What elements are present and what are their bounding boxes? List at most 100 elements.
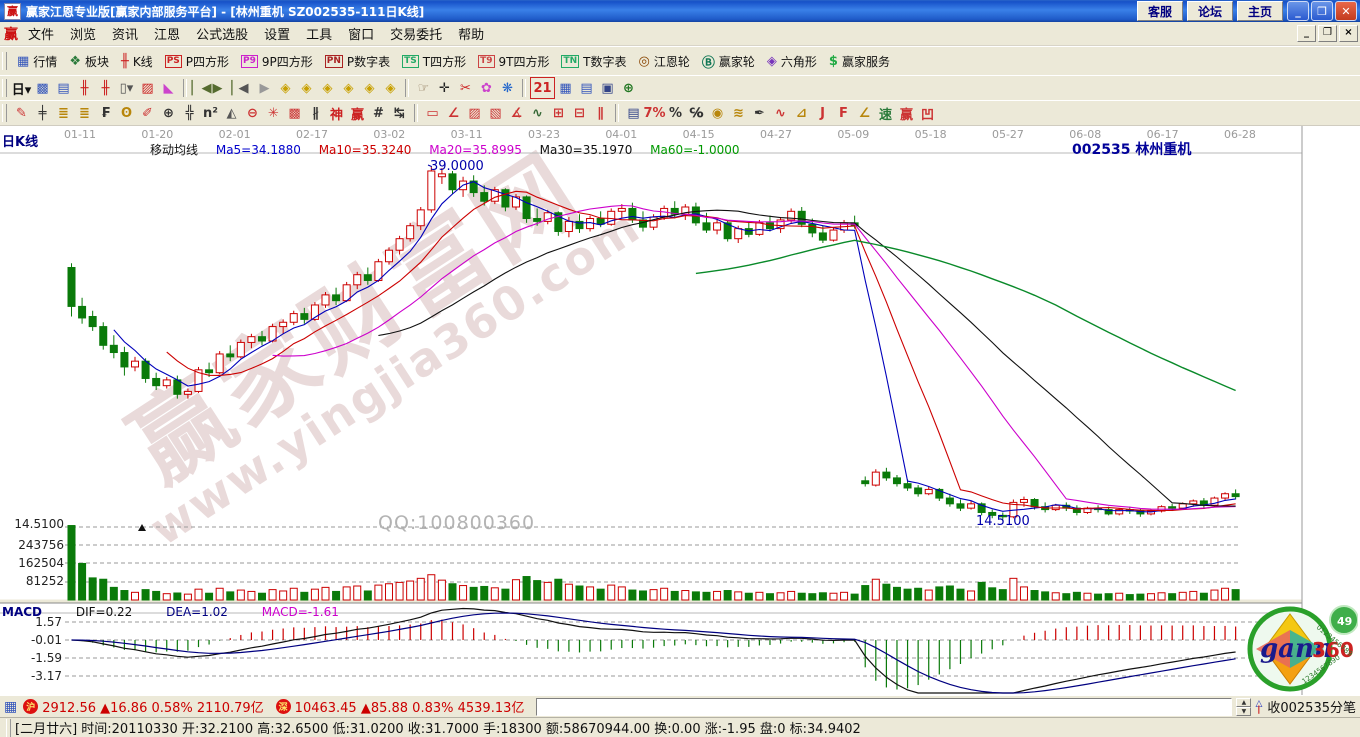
nav-tool-icon-24[interactable]: ❋: [497, 78, 518, 98]
menu-item-3[interactable]: 江恩: [154, 28, 180, 43]
draw-tool-icon-42[interactable]: 速: [875, 103, 896, 123]
menu-item-9[interactable]: 帮助: [458, 28, 484, 43]
tool-行情[interactable]: ▦行情: [11, 50, 63, 72]
nav-tool-icon-1[interactable]: ▩: [32, 78, 53, 98]
nav-tool-icon-6[interactable]: ▨: [137, 78, 158, 98]
homepage-button[interactable]: 主页: [1237, 1, 1283, 21]
mdi-minimize-icon[interactable]: _: [1297, 25, 1316, 42]
draw-tool-icon-39[interactable]: J: [812, 103, 833, 123]
tool-赢家服务[interactable]: $赢家服务: [823, 50, 896, 72]
draw-tool-icon-38[interactable]: ⊿: [791, 103, 812, 123]
nav-tool-icon-15[interactable]: ◈: [317, 78, 338, 98]
nav-tool-icon-2[interactable]: ▤: [53, 78, 74, 98]
nav-tool-icon-23[interactable]: ✿: [476, 78, 497, 98]
nav-tool-icon-13[interactable]: ◈: [275, 78, 296, 98]
tool-K线[interactable]: ╫K线: [115, 50, 159, 72]
nav-tool-icon-12[interactable]: ▶: [254, 78, 275, 98]
menu-item-2[interactable]: 资讯: [112, 28, 138, 43]
spinner-control[interactable]: ▲▼: [1236, 698, 1251, 716]
draw-tool-icon-10[interactable]: ◭: [221, 103, 242, 123]
tick-data-label[interactable]: 收002535分笔: [1267, 697, 1356, 716]
nav-tool-icon-7[interactable]: ◣: [158, 78, 179, 98]
draw-tool-icon-13[interactable]: ▩: [284, 103, 305, 123]
draw-tool-icon-9[interactable]: n²: [200, 103, 221, 123]
minimize-icon[interactable]: _: [1287, 1, 1309, 21]
draw-tool-icon-43[interactable]: 赢: [896, 103, 917, 123]
tool-板块[interactable]: ❖板块: [63, 50, 115, 72]
draw-tool-icon-27[interactable]: ⊟: [569, 103, 590, 123]
tool-赢家轮[interactable]: Ⓑ赢家轮: [696, 50, 761, 72]
nav-tool-icon-5[interactable]: ▯▾: [116, 78, 137, 98]
draw-tool-icon-34[interactable]: ◉: [707, 103, 728, 123]
tool-P数字表[interactable]: PNP数字表: [319, 50, 396, 72]
draw-tool-icon-5[interactable]: ʘ: [116, 103, 137, 123]
draw-tool-icon-41[interactable]: ∠: [854, 103, 875, 123]
menu-item-4[interactable]: 公式选股: [196, 28, 248, 43]
draw-tool-icon-32[interactable]: %: [665, 103, 686, 123]
draw-tool-icon-2[interactable]: ≣: [53, 103, 74, 123]
command-input[interactable]: [536, 698, 1232, 716]
restore-icon[interactable]: ❐: [1311, 1, 1333, 21]
nav-tool-icon-30[interactable]: ⊕: [618, 78, 639, 98]
nav-tool-icon-11[interactable]: ◀: [233, 78, 254, 98]
forum-button[interactable]: 论坛: [1187, 1, 1233, 21]
draw-tool-icon-24[interactable]: ∡: [506, 103, 527, 123]
nav-tool-icon-26[interactable]: 21: [530, 77, 555, 99]
draw-tool-icon-18[interactable]: ↹: [389, 103, 410, 123]
menu-item-7[interactable]: 窗口: [348, 28, 374, 43]
customer-service-button[interactable]: 客服: [1137, 1, 1183, 21]
nav-tool-icon-10[interactable]: ▶▕: [212, 78, 233, 98]
toolbar-grip[interactable]: [2, 104, 7, 122]
draw-tool-icon-23[interactable]: ▧: [485, 103, 506, 123]
tool-T四方形[interactable]: TST四方形: [396, 50, 472, 72]
draw-tool-icon-15[interactable]: 神: [326, 103, 347, 123]
draw-tool-icon-1[interactable]: ╪: [32, 103, 53, 123]
draw-tool-icon-28[interactable]: ∥: [590, 103, 611, 123]
draw-tool-icon-44[interactable]: 凹: [917, 103, 938, 123]
tool-T数字表[interactable]: TNT数字表: [555, 50, 632, 72]
toolbar-grip[interactable]: [2, 79, 7, 97]
nav-tool-icon-14[interactable]: ◈: [296, 78, 317, 98]
tool-9P四方形[interactable]: P99P四方形: [235, 50, 319, 72]
draw-tool-icon-20[interactable]: ▭: [422, 103, 443, 123]
menu-item-0[interactable]: 文件: [28, 28, 54, 43]
draw-tool-icon-3[interactable]: ≣: [74, 103, 95, 123]
menu-item-1[interactable]: 浏览: [70, 28, 96, 43]
nav-tool-icon-27[interactable]: ▦: [555, 78, 576, 98]
nav-tool-icon-4[interactable]: ╫: [95, 78, 116, 98]
draw-tool-icon-7[interactable]: ⊕: [158, 103, 179, 123]
draw-tool-icon-31[interactable]: 7%: [644, 103, 665, 123]
draw-tool-icon-30[interactable]: ▤: [623, 103, 644, 123]
draw-tool-icon-17[interactable]: #: [368, 103, 389, 123]
draw-tool-icon-40[interactable]: F: [833, 103, 854, 123]
spinner-down-icon[interactable]: ▼: [1236, 707, 1251, 716]
draw-tool-icon-37[interactable]: ∿: [770, 103, 791, 123]
calendar-icon[interactable]: ▦: [4, 699, 17, 715]
draw-tool-icon-36[interactable]: ✒: [749, 103, 770, 123]
draw-tool-icon-26[interactable]: ⊞: [548, 103, 569, 123]
draw-tool-icon-11[interactable]: ⊖: [242, 103, 263, 123]
draw-tool-icon-8[interactable]: ╬: [179, 103, 200, 123]
tool-9T四方形[interactable]: T99T四方形: [472, 50, 555, 72]
draw-tool-icon-21[interactable]: ∠: [443, 103, 464, 123]
toolbar-grip[interactable]: [2, 52, 7, 70]
mdi-restore-icon[interactable]: ❐: [1318, 25, 1337, 42]
draw-tool-icon-6[interactable]: ✐: [137, 103, 158, 123]
nav-tool-icon-0[interactable]: 日▾: [11, 78, 32, 98]
nav-tool-icon-17[interactable]: ◈: [359, 78, 380, 98]
draw-tool-icon-25[interactable]: ∿: [527, 103, 548, 123]
nav-tool-icon-9[interactable]: ▏◀: [191, 78, 212, 98]
close-icon[interactable]: ✕: [1335, 1, 1357, 21]
draw-tool-icon-22[interactable]: ▨: [464, 103, 485, 123]
nav-tool-icon-29[interactable]: ▣: [597, 78, 618, 98]
menu-item-6[interactable]: 工具: [306, 28, 332, 43]
tool-江恩轮[interactable]: ◎江恩轮: [633, 50, 696, 72]
draw-tool-icon-35[interactable]: ≋: [728, 103, 749, 123]
draw-tool-icon-14[interactable]: ∦: [305, 103, 326, 123]
nav-tool-icon-28[interactable]: ▤: [576, 78, 597, 98]
nav-tool-icon-18[interactable]: ◈: [380, 78, 401, 98]
draw-tool-icon-4[interactable]: ₣: [95, 103, 116, 123]
menu-item-5[interactable]: 设置: [264, 28, 290, 43]
spinner-up-icon[interactable]: ▲: [1236, 698, 1251, 707]
draw-tool-icon-33[interactable]: ℅: [686, 103, 707, 123]
